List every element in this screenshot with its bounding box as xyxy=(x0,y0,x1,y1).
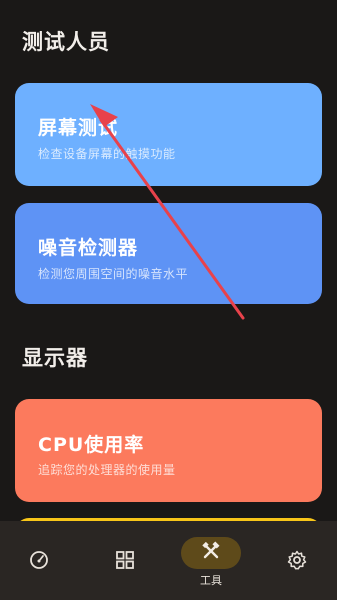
cpu-usage-title: CPU使用率 xyxy=(38,434,145,456)
bottom-navigation: 工具 xyxy=(0,521,337,600)
cpu-usage-description: 追踪您的处理器的使用量 xyxy=(38,463,176,477)
noise-meter-card[interactable]: 噪音检测器 检测您周围空间的噪音水平 xyxy=(15,203,322,304)
section-title-display: 显示器 xyxy=(22,346,88,370)
tools-active-pill xyxy=(181,537,241,569)
nav-item-apps[interactable] xyxy=(90,521,160,600)
nav-item-dashboard[interactable] xyxy=(4,521,74,600)
grid-icon xyxy=(114,549,136,571)
noise-meter-title: 噪音检测器 xyxy=(38,237,139,259)
nav-item-settings[interactable] xyxy=(262,521,332,600)
section-title-testers: 测试人员 xyxy=(22,30,110,54)
speedometer-icon xyxy=(28,549,50,571)
gear-icon xyxy=(286,549,308,571)
screen-test-title: 屏幕测试 xyxy=(38,117,119,139)
screen-test-card[interactable]: 屏幕测试 检查设备屏幕的触摸功能 xyxy=(15,83,322,186)
noise-meter-description: 检测您周围空间的噪音水平 xyxy=(38,267,189,281)
app-screen: 测试人员 屏幕测试 检查设备屏幕的触摸功能 噪音检测器 检测您周围空间的噪音水平… xyxy=(0,0,337,600)
cpu-usage-card[interactable]: CPU使用率 追踪您的处理器的使用量 xyxy=(15,399,322,502)
screen-test-description: 检查设备屏幕的触摸功能 xyxy=(38,147,176,161)
tools-icon xyxy=(201,541,221,565)
tools-label: 工具 xyxy=(200,574,222,587)
nav-item-tools[interactable]: 工具 xyxy=(176,521,246,600)
